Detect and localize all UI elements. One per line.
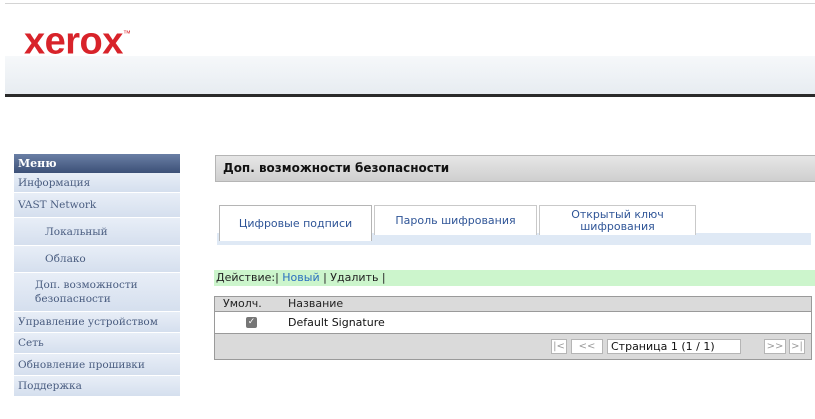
sidebar-menu: Меню Информация VAST Network Локальный О… — [14, 154, 180, 397]
sidebar-item-information[interactable]: Информация — [14, 173, 180, 193]
page-title: Доп. возможности безопасности — [215, 155, 815, 182]
sidebar-item-label: Доп. возможности безопасности — [35, 279, 138, 305]
table-header: Умолч. Название — [215, 297, 811, 312]
page-indicator[interactable]: Страница 1 (1 / 1) — [607, 339, 741, 354]
tab-label: Пароль шифрования — [395, 213, 516, 227]
tab-public-encryption-key[interactable]: Открытый ключ шифрования — [539, 205, 696, 235]
last-page-button[interactable]: >| — [789, 339, 805, 354]
default-checkbox[interactable]: ✓ — [246, 317, 257, 328]
action-bar: Действие:| Новый | Удалить | — [214, 270, 815, 286]
sidebar-item-label: Облако — [45, 253, 86, 265]
tab-label: Открытый ключ шифрования — [571, 207, 664, 233]
sidebar-item-security[interactable]: Доп. возможности безопасности — [14, 273, 180, 312]
table-row[interactable]: ✓ Default Signature — [215, 312, 811, 334]
column-header-default[interactable]: Умолч. — [223, 297, 262, 311]
new-link[interactable]: Новый — [282, 271, 319, 284]
sidebar-item-support[interactable]: Поддержка — [14, 376, 180, 397]
delete-link[interactable]: | Удалить | — [323, 271, 386, 284]
sidebar-item-device-management[interactable]: Управление устройством — [14, 312, 180, 333]
sidebar-item-label: Обновление прошивки — [18, 358, 145, 371]
next-page-button[interactable]: >> — [764, 339, 786, 354]
tab-label: Цифровые подписи — [238, 216, 353, 230]
first-page-button[interactable]: |< — [551, 339, 567, 354]
sidebar-item-label: Информация — [18, 176, 91, 189]
sidebar-item-vast-network[interactable]: VAST Network — [14, 193, 180, 218]
signature-table: Умолч. Название ✓ Default Signature |< <… — [214, 296, 812, 360]
sidebar-item-local[interactable]: Локальный — [14, 218, 180, 246]
column-header-name[interactable]: Название — [288, 297, 343, 311]
top-border — [5, 3, 815, 4]
sidebar-item-cloud[interactable]: Облако — [14, 246, 180, 273]
signature-name: Default Signature — [288, 316, 385, 329]
header-divider — [5, 94, 815, 97]
menu-title: Меню — [14, 154, 180, 173]
pagination-bar: |< << Страница 1 (1 / 1) >> >| — [215, 334, 811, 359]
sidebar-item-label: Управление устройством — [18, 316, 158, 328]
tab-encryption-password[interactable]: Пароль шифрования — [374, 205, 537, 235]
tab-digital-signatures[interactable]: Цифровые подписи — [219, 205, 372, 241]
sidebar-item-label: VAST Network — [18, 199, 97, 211]
action-prefix: Действие:| — [216, 271, 279, 284]
sidebar-item-network[interactable]: Сеть — [14, 333, 180, 354]
sidebar-item-label: Сеть — [18, 337, 44, 349]
header-banner — [5, 56, 815, 94]
prev-page-button[interactable]: << — [571, 339, 603, 354]
sidebar-item-label: Поддержка — [18, 380, 82, 392]
trademark-mark: ™ — [122, 29, 131, 38]
sidebar-item-firmware-update[interactable]: Обновление прошивки — [14, 354, 180, 376]
sidebar-item-label: Локальный — [45, 225, 108, 238]
